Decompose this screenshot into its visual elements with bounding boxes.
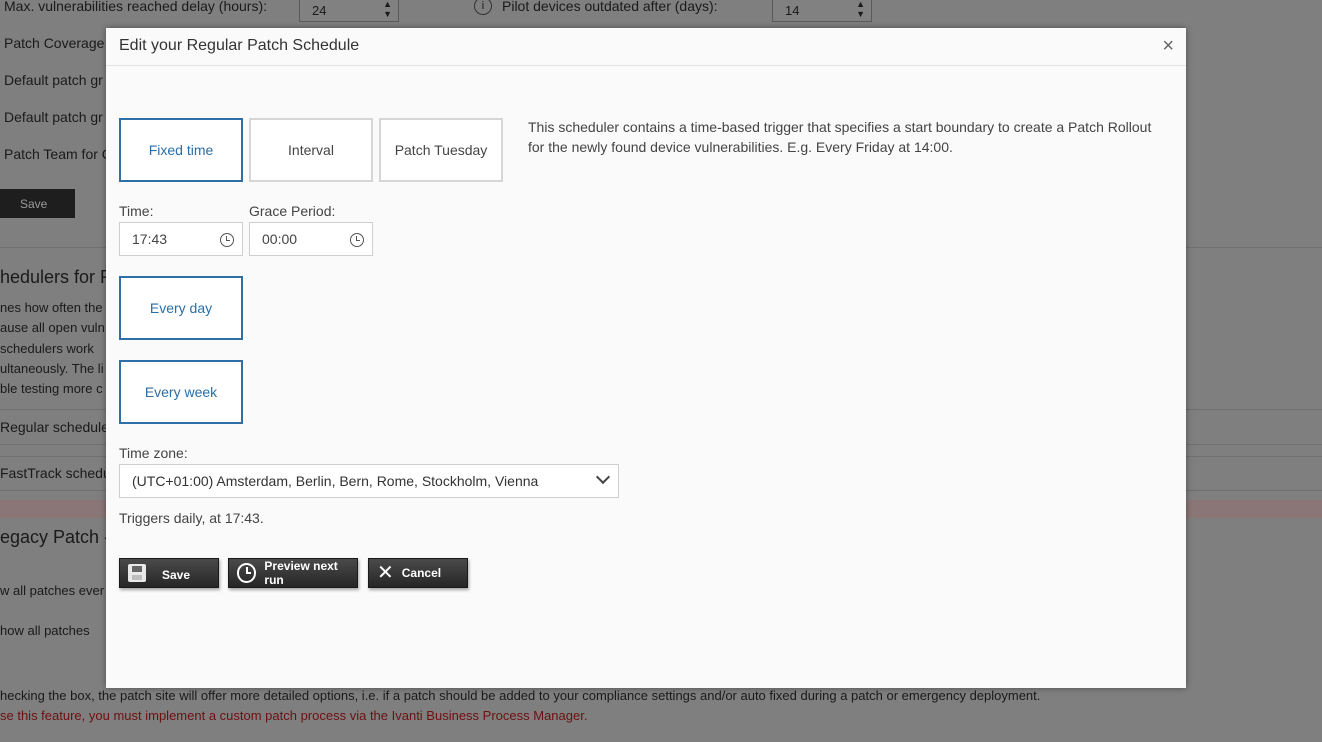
bg-show-all[interactable]: how all patches — [0, 623, 90, 638]
timezone-select[interactable]: (UTC+01:00) Amsterdam, Berlin, Bern, Rom… — [119, 464, 619, 498]
bg-label-max-vuln: Max. vulnerabilities reached delay (hour… — [4, 0, 268, 14]
clock-icon — [237, 563, 257, 583]
every-week-button[interactable]: Every week — [119, 360, 243, 424]
bg-line: ultaneously. The li — [0, 361, 104, 376]
bg-input-max-vuln[interactable]: 24 ▲ ▼ — [299, 0, 399, 22]
bg-save-button[interactable]: Save — [0, 189, 75, 218]
floppy-disk-icon — [128, 564, 146, 582]
clock-icon[interactable] — [220, 233, 234, 247]
bg-note-red: se this feature, you must implement a cu… — [0, 708, 588, 723]
save-button[interactable]: Save — [119, 558, 219, 588]
edit-schedule-modal: Edit your Regular Patch Schedule × Fixed… — [106, 28, 1186, 688]
mode-fixed-time-button[interactable]: Fixed time — [119, 118, 243, 182]
time-label: Time: — [119, 203, 154, 219]
timezone-label: Time zone: — [119, 445, 188, 461]
bg-line: schedulers work — [0, 341, 94, 356]
every-day-button[interactable]: Every day — [119, 276, 243, 340]
bg-fasttrack-schedule[interactable]: FastTrack schedu — [0, 465, 111, 481]
bg-note: hecking the box, the patch site will off… — [0, 688, 1041, 703]
close-icon[interactable]: × — [1162, 36, 1174, 56]
spinner-icon: ▲ ▼ — [856, 0, 865, 19]
grace-period-label: Grace Period: — [249, 203, 336, 219]
preview-next-run-button[interactable]: Preview next run — [228, 558, 358, 588]
bg-line: ause all open vuln — [0, 320, 105, 335]
close-icon: ✕ — [377, 562, 394, 584]
bg-regular-schedule[interactable]: Regular schedule — [0, 419, 109, 435]
modal-header: Edit your Regular Patch Schedule × — [106, 28, 1186, 66]
info-icon: i — [474, 0, 492, 15]
bg-line: nes how often the — [0, 300, 103, 315]
bg-label-default2: Default patch gr — [4, 109, 103, 125]
bg-label-team: Patch Team for C — [4, 146, 112, 162]
chevron-down-icon — [595, 469, 611, 485]
time-input[interactable]: 17:43 — [119, 222, 243, 256]
clock-icon[interactable] — [350, 233, 364, 247]
trigger-summary: Triggers daily, at 17:43. — [119, 510, 264, 526]
bg-show-all-every[interactable]: w all patches ever — [0, 583, 104, 598]
bg-line: ble testing more c — [0, 381, 103, 396]
bg-section-title: hedulers for R — [0, 267, 114, 287]
mode-interval-button[interactable]: Interval — [249, 118, 373, 182]
mode-patch-tuesday-button[interactable]: Patch Tuesday — [379, 118, 503, 182]
scheduler-description: This scheduler contains a time-based tri… — [528, 119, 1152, 155]
spinner-icon: ▲ ▼ — [383, 0, 392, 19]
bg-input-pilot[interactable]: 14 ▲ ▼ — [772, 0, 872, 22]
grace-period-input[interactable]: 00:00 — [249, 222, 373, 256]
bg-section2-title: egacy Patch - — [0, 527, 111, 547]
bg-label-pilot: Pilot devices outdated after (days): — [502, 0, 718, 14]
cancel-button[interactable]: ✕ Cancel — [368, 558, 468, 588]
bg-label-default1: Default patch gr — [4, 72, 103, 88]
modal-title: Edit your Regular Patch Schedule — [119, 37, 360, 54]
bg-label-coverage: Patch Coverage — [4, 35, 105, 51]
